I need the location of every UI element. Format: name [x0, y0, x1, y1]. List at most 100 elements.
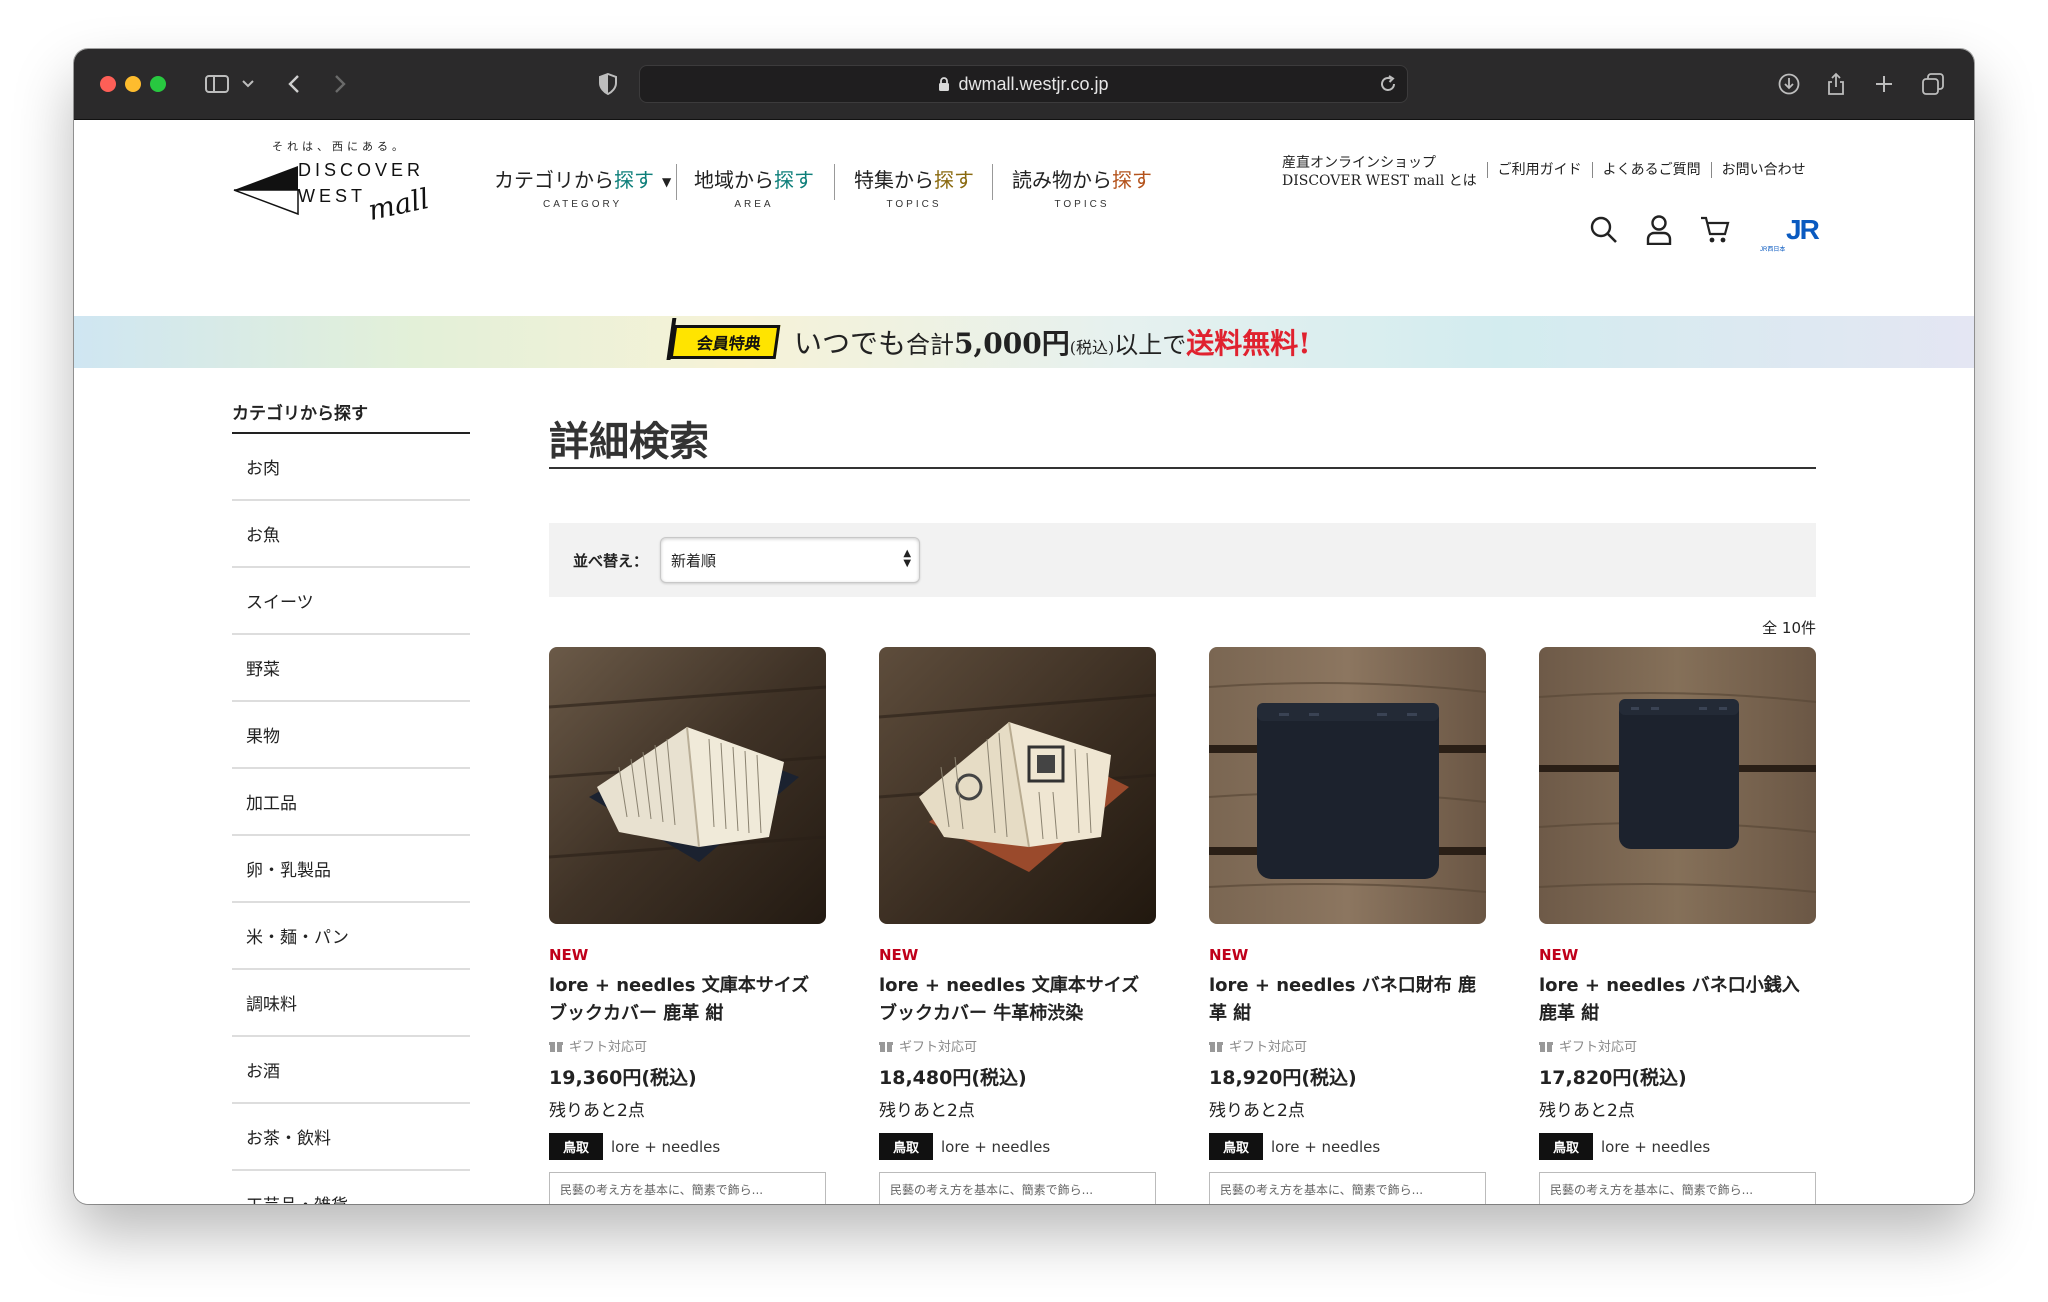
sidebar-item-processed[interactable]: 加工品 — [232, 769, 470, 836]
gift-label: ギフト対応可 — [569, 1040, 648, 1055]
product-price: 17,820円(税込) — [1539, 1067, 1687, 1089]
sidebar-item-vegetables[interactable]: 野菜 — [232, 635, 470, 702]
reload-icon[interactable] — [1379, 74, 1397, 99]
user-icon[interactable] — [1646, 215, 1672, 245]
sidebar-item-alcohol[interactable]: お酒 — [232, 1037, 470, 1104]
gift-icon — [1539, 1041, 1553, 1052]
site-logo[interactable]: それは、西にある。 DISCOVER WEST mall — [232, 138, 442, 228]
product-title[interactable]: lore + needles 文庫本サイズ ブックカバー 牛革柿渋染 — [879, 972, 1156, 1028]
forward-icon[interactable] — [330, 69, 350, 99]
shop-info: 鳥取 lore + needles — [1539, 1133, 1816, 1160]
cart-icon[interactable] — [1700, 216, 1730, 244]
sidebar-item-meat[interactable]: お肉 — [232, 434, 470, 501]
product-title[interactable]: lore + needles バネ口小銭入 鹿革 紺 — [1539, 972, 1816, 1028]
sidebar-item-rice-noodles-bread[interactable]: 米・麺・パン — [232, 903, 470, 970]
product-grid: NEW lore + needles 文庫本サイズ ブックカバー 鹿革 紺 ギフ… — [549, 647, 1816, 1204]
browser-window: dwmall.westjr.co.jp それは、西にある。 DISCOVER W… — [74, 49, 1974, 1204]
utility-links: 産直オンラインショップ DISCOVER WEST mall とは ご利用ガイド… — [1282, 154, 1816, 190]
free-shipping-banner[interactable]: 会員特典 いつでも合計5,000円(税込)以上で送料無料! — [74, 316, 1974, 368]
nav-category[interactable]: カテゴリから探す ▼ CATEGORY — [494, 164, 671, 210]
prefecture-tag[interactable]: 鳥取 — [1539, 1133, 1594, 1160]
shop-info: 鳥取 lore + needles — [1209, 1133, 1486, 1160]
sidebar-item-sweets[interactable]: スイーツ — [232, 568, 470, 635]
chevron-down-icon[interactable] — [240, 69, 256, 99]
nav-topics[interactable]: 特集から探す TOPICS — [854, 164, 974, 210]
sidebar-item-seasoning[interactable]: 調味料 — [232, 970, 470, 1037]
product-card[interactable]: NEW lore + needles バネ口財布 鹿革 紺 ギフト対応可 18,… — [1209, 647, 1486, 1204]
prefecture-tag[interactable]: 鳥取 — [549, 1133, 604, 1160]
product-price: 19,360円(税込) — [549, 1067, 697, 1089]
product-description: 民藝の考え方を基本に、簡素で飾ら... — [879, 1172, 1156, 1204]
tab-overview-icon[interactable] — [1920, 69, 1946, 99]
jr-logo[interactable]: JR JR西日本 — [1758, 214, 1820, 253]
zoom-window-button[interactable] — [150, 76, 166, 92]
header-icons: JR JR西日本 — [1562, 214, 1820, 253]
jr-logo-sub: JR西日本 — [1760, 247, 1786, 253]
shop-name[interactable]: lore + needles — [941, 1138, 1050, 1156]
about-link-line1: 産直オンラインショップ — [1282, 155, 1436, 171]
sort-select[interactable]: 新着順 ▲ ▼ — [660, 537, 921, 583]
product-title[interactable]: lore + needles バネ口財布 鹿革 紺 — [1209, 972, 1486, 1028]
prefecture-tag[interactable]: 鳥取 — [1209, 1133, 1264, 1160]
sidebar-item-crafts[interactable]: 工芸品・雑貨 — [232, 1171, 470, 1204]
logo-word-discover: DISCOVER — [298, 160, 425, 180]
product-description: 民藝の考え方を基本に、簡素で飾ら... — [1209, 1172, 1486, 1204]
share-icon[interactable] — [1824, 69, 1848, 99]
sidebar-item-fish[interactable]: お魚 — [232, 501, 470, 568]
sort-label: 並べ替え： — [573, 551, 649, 570]
select-arrows-icon: ▲ ▼ — [903, 548, 912, 569]
gift-label: ギフト対応可 — [1229, 1040, 1308, 1055]
downloads-icon[interactable] — [1776, 69, 1802, 99]
search-icon[interactable] — [1590, 216, 1618, 244]
sidebar-item-fruit[interactable]: 果物 — [232, 702, 470, 769]
gift-tag: ギフト対応可 — [1539, 1036, 1816, 1055]
privacy-shield-icon[interactable] — [596, 69, 620, 99]
product-card[interactable]: NEW lore + needles バネ口小銭入 鹿革 紺 ギフト対応可 17… — [1539, 647, 1816, 1204]
new-tab-icon[interactable] — [1872, 69, 1896, 99]
new-badge: NEW — [549, 946, 589, 964]
logo-word-mall: mall — [365, 182, 432, 227]
nav-reading[interactable]: 読み物から探す TOPICS — [1012, 164, 1152, 210]
faq-link[interactable]: よくあるご質問 — [1591, 162, 1711, 178]
browser-toolbar: dwmall.westjr.co.jp — [74, 49, 1974, 120]
new-badge: NEW — [1539, 946, 1579, 964]
sidebar-title: カテゴリから探す — [232, 399, 470, 434]
sidebar-item-tea-drinks[interactable]: お茶・飲料 — [232, 1104, 470, 1171]
product-description: 民藝の考え方を基本に、簡素で飾ら... — [1539, 1172, 1816, 1204]
shop-info: 鳥取 lore + needles — [879, 1133, 1156, 1160]
address-bar[interactable]: dwmall.westjr.co.jp — [639, 65, 1408, 103]
sidebar-item-eggs-dairy[interactable]: 卵・乳製品 — [232, 836, 470, 903]
shop-name[interactable]: lore + needles — [611, 1138, 720, 1156]
category-sidebar: カテゴリから探す お肉 お魚 スイーツ 野菜 果物 加工品 卵・乳製品 米・麺・… — [232, 399, 470, 1204]
product-description: 民藝の考え方を基本に、簡素で飾ら... — [549, 1172, 826, 1204]
nav-topics-sub: TOPICS — [886, 199, 942, 210]
product-image[interactable] — [879, 647, 1156, 924]
minimize-window-button[interactable] — [125, 76, 141, 92]
guide-link[interactable]: ご利用ガイド — [1486, 162, 1592, 178]
prefecture-tag[interactable]: 鳥取 — [879, 1133, 934, 1160]
shop-name[interactable]: lore + needles — [1601, 1138, 1710, 1156]
product-card[interactable]: NEW lore + needles 文庫本サイズ ブックカバー 鹿革 紺 ギフ… — [549, 647, 826, 1204]
logo-mark-icon — [233, 166, 299, 216]
product-image[interactable] — [1209, 647, 1486, 924]
product-image[interactable] — [549, 647, 826, 924]
nav-area[interactable]: 地域から探す AREA — [694, 164, 814, 210]
nav-divider — [834, 164, 835, 200]
product-card[interactable]: NEW lore + needles 文庫本サイズ ブックカバー 牛革柿渋染 ギ… — [879, 647, 1156, 1204]
logo-tagline: それは、西にある。 — [272, 140, 407, 153]
stock-remaining: 残りあと2点 — [879, 1101, 975, 1121]
shop-name[interactable]: lore + needles — [1271, 1138, 1380, 1156]
contact-link[interactable]: お問い合わせ — [1710, 162, 1816, 178]
url-text: dwmall.westjr.co.jp — [958, 73, 1109, 94]
product-title[interactable]: lore + needles 文庫本サイズ ブックカバー 鹿革 紺 — [549, 972, 826, 1028]
product-image[interactable] — [1539, 647, 1816, 924]
banner-text: いつでも合計5,000円(税込)以上で送料無料! — [794, 327, 1311, 360]
page-title: 詳細検索 — [549, 399, 1816, 469]
jr-logo-text: JR — [1786, 214, 1820, 245]
back-icon[interactable] — [284, 69, 304, 99]
about-link[interactable]: 産直オンラインショップ DISCOVER WEST mall とは — [1282, 154, 1487, 190]
nav-area-sub: AREA — [734, 199, 774, 210]
sidebar-toggle-icon[interactable] — [202, 69, 232, 99]
gift-tag: ギフト対応可 — [1209, 1036, 1486, 1055]
close-window-button[interactable] — [100, 76, 116, 92]
